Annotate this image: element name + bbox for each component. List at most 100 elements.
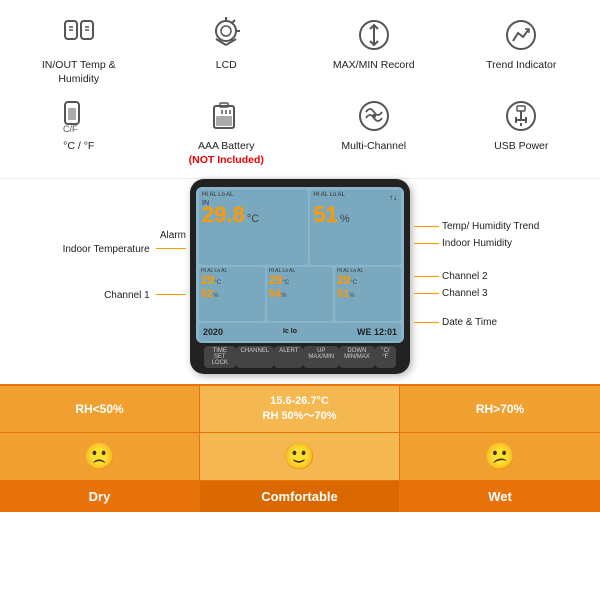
wet-range-cell: RH>70% (400, 386, 600, 433)
in-out-icon (59, 15, 99, 55)
trend-label: Trend Indicator (486, 59, 556, 73)
left-annotations: AlarmIndoor Temperature Channel 1 (0, 179, 190, 384)
features-grid: IN/OUT Temp &Humidity LCD MAX/M (0, 0, 600, 179)
ch2-unit: °C (282, 280, 289, 286)
dry-face-cell: 🙁 (0, 433, 200, 480)
multichannel-label: Multi-Channel (341, 140, 406, 154)
feature-trend: Trend Indicator (448, 10, 596, 91)
ch1-temp: 29 (201, 274, 214, 287)
ch3-hum: 51 (337, 288, 349, 300)
lcd-main-temp: HI AL Lo AL IN 29.8 °C (199, 190, 308, 266)
comfortable-range-text: 15.6-26.7°CRH 50%～70% (263, 394, 337, 425)
channel2-annotation: Channel 2 (414, 271, 600, 282)
in-out-label: IN/OUT Temp &Humidity (42, 59, 116, 86)
date-time-annotation: Date & Time (414, 317, 600, 328)
wet-label-cell: Wet (400, 481, 600, 512)
lcd-label: LCD (216, 59, 237, 73)
ch2-hum: 54 (269, 288, 281, 300)
ch2-temp: 29 (269, 274, 282, 287)
usb-icon (501, 96, 541, 136)
feature-multichannel: Multi-Channel (300, 91, 448, 172)
trend-icon (501, 15, 541, 55)
battery-red-text: (NOT Included) (189, 154, 264, 166)
device-buttons: TIME SETLOCK CHANNEL ALERT UPMAX/MIN DOW… (196, 346, 404, 368)
lcd-channel-1: HI AL Lo AL 29 °C 52 % (199, 267, 265, 320)
humidity-faces-row: 🙁 🙂 😕 (0, 433, 600, 481)
lcd-alarm-right: HI AL Lo AL (313, 192, 398, 198)
lcd-trend-arrow: ↑↓ (389, 193, 397, 202)
comfortable-label-text: Comfortable (261, 489, 338, 504)
temp-hum-trend-annotation: Temp/ Humidity Trend (414, 221, 600, 232)
btn-cf[interactable]: °C/°F (375, 346, 396, 368)
btn-down[interactable]: DOWNMIN/MAX (339, 346, 375, 368)
lcd-main-humidity: HI AL Lo AL 51 % ↑↓ (310, 190, 401, 266)
channel3-text: Channel 3 (442, 288, 488, 299)
alarm-indoor-text: AlarmIndoor Temperature (63, 230, 186, 255)
lcd-datetime-right: WE 12:01 (357, 327, 397, 337)
lcd-icon (206, 15, 246, 55)
battery-icon (206, 96, 246, 136)
maxmin-label: MAX/MIN Record (333, 59, 415, 73)
lcd-hum-unit: % (340, 213, 350, 225)
wet-face-cell: 😕 (400, 433, 600, 480)
feature-battery: AAA Battery(NOT Included) (153, 91, 301, 172)
btn-alert[interactable]: ALERT (274, 346, 303, 368)
cf-label: °C / °F (63, 140, 94, 154)
feature-cf: C/F °C / °F (5, 91, 153, 172)
comfortable-label-cell: Comfortable (200, 481, 400, 512)
dry-range-cell: RH<50% (0, 386, 200, 433)
svg-text:C/F: C/F (63, 124, 78, 134)
feature-lcd: LCD (153, 10, 301, 91)
humidity-ranges-row: RH<50% 15.6-26.7°CRH 50%～70% RH>70% (0, 386, 600, 434)
comfortable-range-cell: 15.6-26.7°CRH 50%～70% (200, 386, 400, 433)
lcd-channel-3: HI AL Lo AL 29 °C 51 % (335, 267, 401, 320)
lcd-screen: HI AL Lo AL IN 29.8 °C HI AL Lo AL 51 % (196, 187, 404, 343)
lcd-date-row: 2020 Ic Io WE 12:01 (199, 323, 401, 341)
lcd-humidity-value: 51 (313, 204, 337, 226)
battery-label: AAA Battery(NOT Included) (189, 140, 264, 167)
channel1-annotation: Channel 1 (104, 287, 186, 301)
lcd-alarm-left: HI AL Lo AL (202, 192, 305, 198)
dry-range-text: RH<50% (75, 402, 123, 416)
indoor-hum-text: Indoor Humidity (442, 238, 512, 249)
lcd-date: 2020 (203, 327, 223, 337)
usb-label: USB Power (494, 140, 548, 154)
btn-time-set[interactable]: TIME SETLOCK (204, 346, 236, 368)
btn-up[interactable]: UPMAX/MIN (303, 346, 339, 368)
channel1-text: Channel 1 (104, 290, 150, 301)
ch1-unit: °C (214, 280, 221, 286)
feature-maxmin: MAX/MIN Record (300, 10, 448, 91)
ch2-hum-unit: % (281, 293, 286, 299)
maxmin-icon (354, 15, 394, 55)
dry-face-icon: 🙁 (83, 441, 115, 472)
ch3-hum-unit: % (349, 293, 354, 299)
ch1-hum: 52 (201, 288, 213, 300)
wet-label-text: Wet (488, 489, 512, 504)
ch1-hum-unit: % (213, 293, 218, 299)
cf-icon: C/F (59, 96, 99, 136)
lcd-temp-unit: °C (247, 213, 259, 225)
dry-label-text: Dry (89, 489, 111, 504)
lcd-channel-2: HI AL Lo AL 29 °C 54 % (267, 267, 333, 320)
ch3-temp: 29 (337, 274, 350, 287)
device-body: HI AL Lo AL IN 29.8 °C HI AL Lo AL 51 % (190, 179, 410, 374)
humidity-labels-row: Dry Comfortable Wet (0, 481, 600, 512)
lcd-top-row: HI AL Lo AL IN 29.8 °C HI AL Lo AL 51 % (199, 190, 401, 266)
feature-usb: USB Power (448, 91, 596, 172)
dry-label-cell: Dry (0, 481, 200, 512)
temp-hum-trend-text: Temp/ Humidity Trend (442, 221, 539, 232)
lcd-main-temp-value: 29.8 (202, 204, 245, 226)
comfortable-face-cell: 🙂 (200, 433, 400, 480)
right-annotations: Temp/ Humidity Trend Indoor Humidity Cha… (410, 179, 600, 384)
humidity-section: RH<50% 15.6-26.7°CRH 50%～70% RH>70% 🙁 🙂 … (0, 384, 600, 513)
ch3-unit: °C (350, 280, 357, 286)
lcd-channels-row: HI AL Lo AL 29 °C 52 % HI AL Lo AL 29 °C (199, 267, 401, 320)
channel3-annotation: Channel 3 (414, 288, 600, 299)
wet-face-icon: 😕 (484, 441, 516, 472)
device-section: AlarmIndoor Temperature Channel 1 HI AL … (0, 179, 600, 384)
feature-in-out: IN/OUT Temp &Humidity (5, 10, 153, 91)
btn-channel[interactable]: CHANNEL (236, 346, 275, 368)
channel2-text: Channel 2 (442, 271, 488, 282)
date-time-text: Date & Time (442, 317, 497, 328)
alarm-indoor-annotation: AlarmIndoor Temperature (63, 227, 186, 255)
